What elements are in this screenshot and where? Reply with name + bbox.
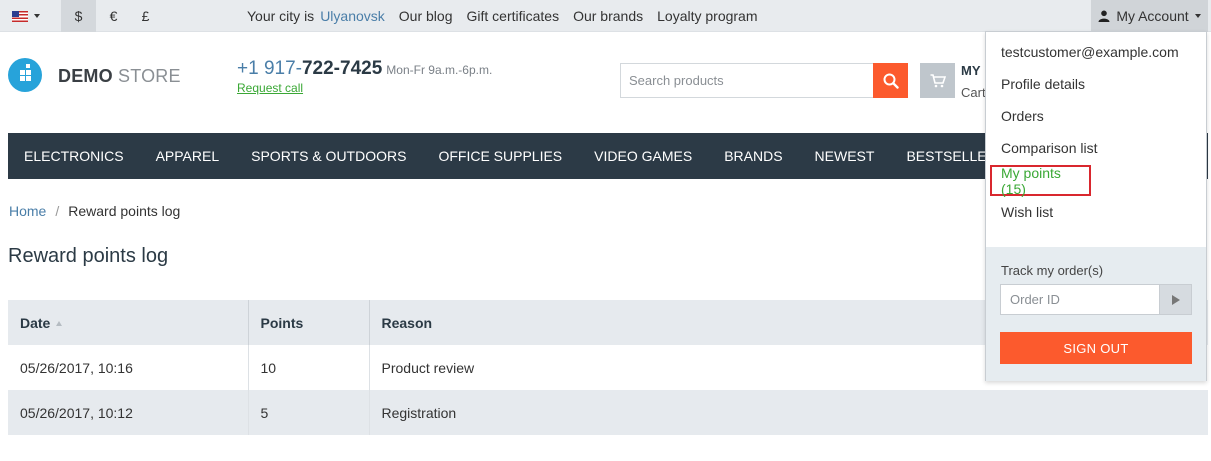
city-link[interactable]: Ulyanovsk <box>320 8 385 24</box>
date-cell: 05/26/2017, 10:16 <box>8 345 249 390</box>
reason-header-label: Reason <box>381 314 433 331</box>
currency-eur[interactable]: € <box>96 0 131 32</box>
profile-details-link[interactable]: Profile details <box>1001 76 1085 92</box>
cart-title[interactable]: MY <box>961 63 981 78</box>
language-selector[interactable] <box>8 0 54 32</box>
cart-subtitle[interactable]: Cart <box>961 85 986 100</box>
my-account-button[interactable]: My Account <box>1091 0 1208 32</box>
currency-gbp[interactable]: £ <box>128 0 163 32</box>
brand-light: STORE <box>118 66 181 86</box>
nav-item-newest[interactable]: NEWEST <box>815 148 875 164</box>
reason-cell: Registration <box>369 390 1208 435</box>
sign-out-button[interactable]: SIGN OUT <box>1000 332 1192 364</box>
track-order-label: Track my order(s) <box>1001 263 1104 278</box>
breadcrumb-separator: / <box>55 203 60 219</box>
us-flag-icon <box>12 10 28 22</box>
nav-item-electronics[interactable]: ELECTRONICS <box>24 148 124 164</box>
brand-bold: DEMO <box>58 66 113 86</box>
points-column-header[interactable]: Points <box>248 300 370 345</box>
points-header-label: Points <box>260 314 304 331</box>
nav-item-brands[interactable]: BRANDS <box>724 148 782 164</box>
gift-certificates-link[interactable]: Gift certificates <box>466 8 559 24</box>
orders-link[interactable]: Orders <box>1001 108 1044 124</box>
top-links: Your city is Ulyanovsk Our blog Gift cer… <box>247 0 772 32</box>
user-icon <box>1098 10 1110 22</box>
nav-item-apparel[interactable]: APPAREL <box>156 148 220 164</box>
chevron-down-icon <box>34 14 40 18</box>
nav-item-sports-outdoors[interactable]: SPORTS & OUTDOORS <box>251 148 406 164</box>
city-label: Your city is <box>247 8 315 24</box>
breadcrumb: Home / Reward points log <box>9 203 180 219</box>
store-brand[interactable]: DEMO STORE <box>58 66 181 87</box>
search-icon <box>883 73 899 89</box>
chevron-down-icon <box>1194 14 1201 18</box>
store-logo[interactable] <box>8 58 42 92</box>
request-call-link[interactable]: Request call <box>237 81 303 95</box>
breadcrumb-current: Reward points log <box>68 203 181 219</box>
my-account-label: My Account <box>1116 8 1189 24</box>
phone-number: +1 917-722-7425 Mon-Fr 9a.m.-6p.m. <box>237 58 492 80</box>
phone-prefix: +1 917- <box>237 58 302 79</box>
breadcrumb-home[interactable]: Home <box>9 203 46 219</box>
date-column-header[interactable]: Date <box>8 300 249 345</box>
top-bar: $ € £ Your city is Ulyanovsk Our blog Gi… <box>0 0 1211 32</box>
cart-icon <box>930 73 946 87</box>
account-dropdown: testcustomer@example.com Profile details… <box>985 31 1207 381</box>
order-id-input[interactable] <box>1000 284 1160 315</box>
points-cell: 10 <box>248 345 370 390</box>
points-cell: 5 <box>248 390 370 435</box>
sort-asc-icon <box>56 321 63 327</box>
table-row: 05/26/2017, 10:12 5 Registration <box>8 390 1208 435</box>
account-email: testcustomer@example.com <box>1001 44 1179 60</box>
search-button[interactable] <box>873 63 908 98</box>
comparison-list-link[interactable]: Comparison list <box>1001 140 1097 156</box>
working-hours: Mon-Fr 9a.m.-6p.m. <box>386 63 493 77</box>
track-order-button[interactable] <box>1159 284 1192 315</box>
loyalty-program-link[interactable]: Loyalty program <box>657 8 757 24</box>
phone-main: 722-7425 <box>301 58 383 79</box>
brands-link[interactable]: Our brands <box>573 8 643 24</box>
date-cell: 05/26/2017, 10:12 <box>8 390 249 435</box>
play-arrow-icon <box>1171 294 1180 305</box>
wish-list-link[interactable]: Wish list <box>1001 204 1053 220</box>
date-header-label: Date <box>20 314 51 331</box>
blog-link[interactable]: Our blog <box>399 8 453 24</box>
currency-usd[interactable]: $ <box>61 0 96 32</box>
nav-item-office-supplies[interactable]: OFFICE SUPPLIES <box>438 148 562 164</box>
cart-button[interactable] <box>920 63 955 98</box>
page-title: Reward points log <box>8 245 169 267</box>
my-points-link[interactable]: My points (15) <box>990 165 1091 197</box>
track-order-section: Track my order(s) SIGN OUT <box>986 247 1206 381</box>
nav-item-video-games[interactable]: VIDEO GAMES <box>594 148 692 164</box>
search-input[interactable] <box>620 63 874 98</box>
